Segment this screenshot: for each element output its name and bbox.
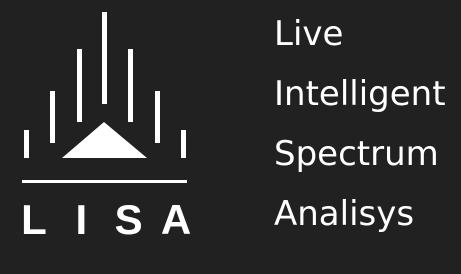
spectrum-bar (102, 12, 107, 104)
spectrum-bar (77, 49, 82, 122)
tagline-line-live: Live (274, 14, 344, 54)
peak-triangle (62, 122, 147, 158)
lisa-wordmark: L I S A (18, 196, 192, 244)
wordmark-letter: L (21, 196, 47, 243)
tagline-line-spectrum: Spectrum (274, 134, 439, 174)
wordmark-letter: S (114, 196, 143, 243)
spectrum-bar (181, 130, 186, 158)
tagline-line-intelligent: Intelligent (274, 74, 446, 114)
wordmark-letter: I (75, 196, 88, 243)
spectrum-bar (155, 91, 160, 143)
lisa-logo-banner: L I S A Live Intelligent Spectrum Analis… (0, 0, 461, 274)
spectrum-bar (50, 91, 55, 143)
spectrum-bar (128, 49, 133, 122)
spectrum-bar (24, 130, 29, 158)
wordmark-letter: A (160, 196, 192, 243)
baseline-rule (22, 180, 187, 183)
tagline-line-analisys: Analisys (274, 194, 415, 234)
tagline: Live Intelligent Spectrum Analisys (274, 4, 459, 244)
